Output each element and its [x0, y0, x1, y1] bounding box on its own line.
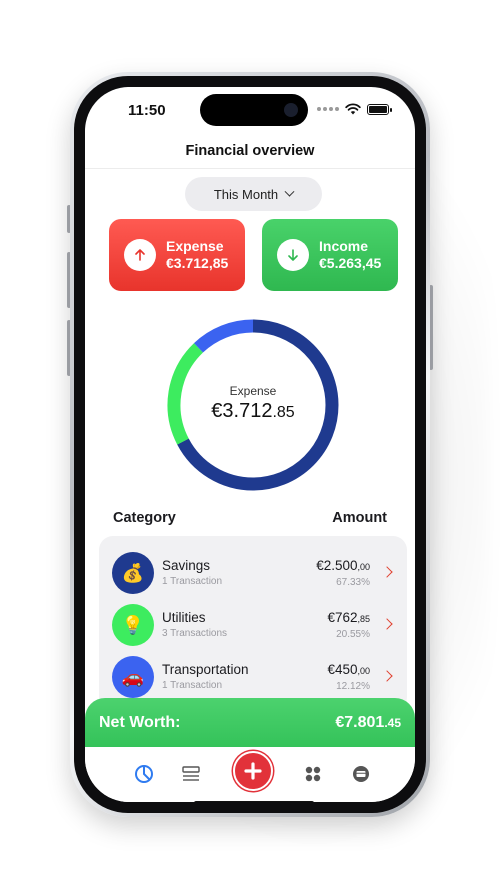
- status-icons: [317, 103, 392, 115]
- screen: 11:50 Financial overview This Month Expe…: [85, 87, 415, 802]
- arrow-down-icon: [277, 239, 309, 271]
- phone-bezel: 11:50 Financial overview This Month Expe…: [74, 76, 426, 813]
- camera-icon: [284, 103, 298, 117]
- status-time: 11:50: [128, 102, 166, 119]
- tab-categories[interactable]: [302, 763, 324, 785]
- grid-icon: [305, 766, 321, 782]
- category-list: 💰 Savings 1 Transaction €2.500,00 67.33%…: [99, 536, 407, 711]
- money-bag-icon: 💰: [112, 552, 154, 594]
- category-name: Savings: [162, 558, 211, 573]
- signal-icon: [317, 107, 339, 111]
- tab-overview[interactable]: [133, 763, 155, 785]
- category-transactions: 1 Transaction: [162, 576, 223, 587]
- chevron-right-icon: [381, 670, 393, 682]
- category-row-utilities[interactable]: 💡 Utilities 3 Transactions €762,85 20.55…: [99, 600, 407, 652]
- home-indicator: [194, 801, 314, 802]
- category-transactions: 3 Transactions: [162, 628, 228, 639]
- category-percent: 67.33%: [336, 577, 370, 588]
- category-amount: €762,85: [327, 610, 370, 625]
- expense-donut-chart[interactable]: Expense €3.712.85: [166, 318, 340, 492]
- tab-bar: [85, 747, 415, 802]
- pie-chart-icon: [135, 765, 153, 783]
- phone-frame: 11:50 Financial overview This Month Expe…: [70, 72, 430, 817]
- expense-label: Expense: [166, 238, 224, 254]
- income-amount: €5.263,45: [319, 255, 382, 271]
- amount-column-header: Amount: [332, 510, 387, 526]
- category-percent: 12.12%: [336, 681, 370, 692]
- period-selector[interactable]: This Month: [185, 177, 322, 211]
- net-worth-value-decimals: .45: [384, 716, 401, 730]
- chevron-down-icon: [284, 186, 295, 197]
- income-card[interactable]: Income €5.263,45: [262, 219, 398, 291]
- add-transaction-button[interactable]: [233, 751, 273, 791]
- add-icon: [244, 762, 262, 780]
- chevron-right-icon: [381, 566, 393, 578]
- category-amount-decimals: ,00: [357, 562, 370, 572]
- page-title: Financial overview: [185, 143, 315, 159]
- period-label: This Month: [213, 186, 279, 202]
- donut-value-main: €3.712: [211, 400, 273, 422]
- arrow-up-icon: [124, 239, 156, 271]
- category-column-header: Category: [113, 510, 176, 526]
- category-name: Transportation: [162, 662, 249, 677]
- category-name: Utilities: [162, 610, 206, 625]
- category-amount-main: €2.500: [316, 558, 358, 573]
- income-label: Income: [319, 238, 369, 254]
- category-amount-decimals: ,85: [357, 614, 370, 624]
- category-amount: €450,00: [327, 662, 370, 677]
- car-icon: 🚗: [112, 656, 154, 698]
- lightbulb-icon: 💡: [112, 604, 154, 646]
- net-worth-value: €7.801.45: [335, 714, 401, 732]
- wallet-icon: [353, 766, 369, 782]
- donut-value-decimals: .85: [272, 404, 295, 421]
- category-row-transportation[interactable]: 🚗 Transportation 1 Transaction €450,00 1…: [99, 652, 407, 704]
- expense-amount: €3.712,85: [166, 255, 229, 271]
- header-divider: [85, 168, 415, 169]
- wifi-icon: [345, 103, 361, 115]
- category-amount-main: €762: [327, 610, 358, 625]
- category-amount-main: €450: [327, 662, 358, 677]
- net-worth-label: Net Worth:: [99, 714, 181, 731]
- tab-accounts[interactable]: [350, 763, 372, 785]
- category-transactions: 1 Transaction: [162, 680, 223, 691]
- category-amount: €2.500,00: [316, 558, 370, 573]
- expense-card[interactable]: Expense €3.712,85: [109, 219, 245, 291]
- net-worth-value-main: €7.801: [335, 714, 385, 731]
- donut-value: €3.712.85: [166, 400, 340, 423]
- category-percent: 20.55%: [336, 629, 370, 640]
- tab-transactions[interactable]: [180, 763, 202, 785]
- chevron-right-icon: [381, 618, 393, 630]
- list-icon: [182, 766, 200, 781]
- dynamic-island: [200, 94, 308, 126]
- battery-icon: [367, 103, 392, 115]
- category-amount-decimals: ,00: [357, 666, 370, 676]
- donut-label: Expense: [229, 384, 277, 398]
- category-row-savings[interactable]: 💰 Savings 1 Transaction €2.500,00 67.33%: [99, 548, 407, 600]
